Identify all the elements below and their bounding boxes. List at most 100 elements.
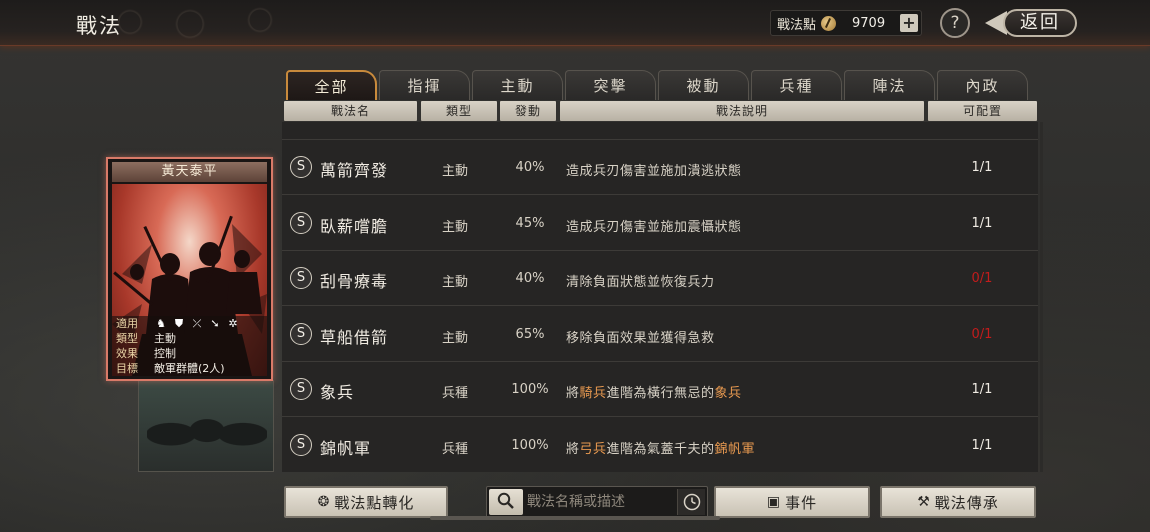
inherit-tactic-button[interactable]: ⚒ 戰法傳承 xyxy=(880,486,1036,518)
tactic-description: 清除負面狀態並恢復兵力 xyxy=(566,271,715,290)
inherit-tactic-label: 戰法傳承 xyxy=(934,493,999,512)
column-header-description: 戰法說明 xyxy=(560,101,924,121)
description-text: 將 xyxy=(566,441,580,457)
category-tabs: 全部 指揮 主動 突擊 被動 兵種 陣法 內政 xyxy=(286,70,1030,100)
tactic-type: 主動 xyxy=(442,164,469,179)
tactic-capacity: 1/1 xyxy=(971,382,993,397)
tactic-type: 兵種 xyxy=(442,441,469,457)
description-text: 進階為氣蓋千夫的 xyxy=(606,441,715,457)
highlighted-term: 騎兵 xyxy=(579,386,607,401)
card-info-panel: 適用 ♞ ⛊ ⤫ ➘ ✲ 類型 主動 效果 控制 目標 敵軍群體(2人) xyxy=(112,316,267,376)
description-text: 移除負面效果並獲得急救 xyxy=(566,330,715,346)
highlighted-term: 象兵 xyxy=(714,386,742,401)
home-indicator xyxy=(430,516,720,520)
bow-icon: ⤫ xyxy=(192,317,202,330)
add-points-button[interactable]: + xyxy=(900,14,918,32)
tactic-row[interactable]: S 刮骨療毒 主動 40% 清除負面狀態並恢復兵力 0/1 xyxy=(282,252,1038,306)
page-title: 戰法 xyxy=(76,14,122,38)
card-field-target: 目標 敵軍群體(2人) xyxy=(112,361,267,376)
tactic-description: 造成兵刃傷害並施加潰逃狀態 xyxy=(566,160,742,179)
tactic-row[interactable]: S 臥薪嚐膽 主動 45% 造成兵刃傷害並施加震懾狀態 1/1 xyxy=(282,197,1038,251)
selected-tactic-card[interactable]: 黃天泰平 適用 ♞ ⛊ ⤫ ➘ ✲ 類型 主動 效果 控制 目標 敵軍群體(2人… xyxy=(106,157,273,381)
tactic-name: 刮骨療毒 xyxy=(320,272,389,291)
tab-active[interactable]: 主動 xyxy=(472,70,563,100)
tactic-description: 造成兵刃傷害並施加震懾狀態 xyxy=(566,216,742,235)
tab-formation[interactable]: 陣法 xyxy=(844,70,935,100)
field-key: 目標 xyxy=(116,362,138,375)
field-key: 效果 xyxy=(116,347,138,360)
tactic-capacity: 0/1 xyxy=(971,326,993,342)
convert-points-button[interactable]: ❂ 戰法點轉化 xyxy=(284,486,448,518)
search-input[interactable] xyxy=(527,490,673,514)
field-value: 敵軍群體(2人) xyxy=(154,362,225,375)
points-label: 戰法點 xyxy=(777,17,817,33)
tactic-name: 萬箭齊發 xyxy=(320,161,389,180)
tactic-rate: 100% xyxy=(511,437,549,453)
tactic-description: 將弓兵進階為氣蓋千夫的錦帆軍 xyxy=(566,438,755,457)
highlighted-term: 弓兵 xyxy=(579,441,607,457)
tactic-rate: 65% xyxy=(515,326,545,342)
rank-badge: S xyxy=(290,211,312,234)
card-artwork: 適用 ♞ ⛊ ⤫ ➘ ✲ 類型 主動 效果 控制 目標 敵軍群體(2人) xyxy=(112,184,267,376)
tactic-rate: 40% xyxy=(515,271,545,286)
tactic-capacity: 1/1 xyxy=(971,215,993,231)
events-label: 事件 xyxy=(785,493,818,512)
tab-passive[interactable]: 被動 xyxy=(658,70,749,100)
tactic-row[interactable]: S 萬箭齊發 主動 40% 造成兵刃傷害並施加潰逃狀態 1/1 xyxy=(282,141,1038,195)
card-title: 黃天泰平 xyxy=(112,162,267,182)
tactic-type: 主動 xyxy=(442,275,469,290)
shield-icon: ⛊ xyxy=(174,317,184,330)
rank-badge: S xyxy=(290,156,312,178)
field-key: 適用 xyxy=(116,317,138,330)
tactic-description: 移除負面效果並獲得急救 xyxy=(566,327,715,346)
back-button[interactable]: 返回 xyxy=(985,7,1085,39)
clock-icon xyxy=(683,493,701,511)
top-bar: 戰法 戰法點 9709 + ? 返回 xyxy=(0,0,1150,46)
tab-internal[interactable]: 內政 xyxy=(937,70,1028,100)
tactic-rate: 40% xyxy=(515,160,545,175)
field-value: 主動 xyxy=(154,332,176,345)
card-back-preview xyxy=(138,380,274,472)
tactic-points-box: 戰法點 9709 + xyxy=(770,10,922,36)
column-header-rate[interactable]: 發動 xyxy=(500,101,556,121)
description-text: 將 xyxy=(566,386,580,401)
description-text: 清除負面狀態並恢復兵力 xyxy=(566,275,715,290)
back-label: 返回 xyxy=(1003,9,1077,37)
spear-icon: ➘ xyxy=(210,317,220,330)
column-header-name[interactable]: 戰法名 xyxy=(284,101,417,121)
tactic-point-coin-icon xyxy=(821,15,837,31)
search-button[interactable] xyxy=(489,489,523,515)
card-field-applies: 適用 ♞ ⛊ ⤫ ➘ ✲ xyxy=(112,316,267,331)
rank-badge: S xyxy=(290,378,312,400)
rank-badge: S xyxy=(290,322,312,345)
tab-command[interactable]: 指揮 xyxy=(379,70,470,100)
tactic-row[interactable]: S 象兵 兵種 100% 將騎兵進階為橫行無忌的象兵 1/1 xyxy=(282,363,1038,417)
tactic-type: 兵種 xyxy=(442,386,469,401)
tactic-name: 象兵 xyxy=(320,383,355,402)
tab-troop[interactable]: 兵種 xyxy=(751,70,842,100)
column-header-capacity[interactable]: 可配置 xyxy=(928,101,1037,121)
tab-all[interactable]: 全部 xyxy=(286,70,377,100)
soldiers-silhouette xyxy=(147,391,267,463)
wheel-icon: ✲ xyxy=(228,317,238,330)
column-header-type[interactable]: 類型 xyxy=(421,101,497,121)
list-scrollbar[interactable] xyxy=(1040,122,1043,472)
description-text: 造成兵刃傷害並施加潰逃狀態 xyxy=(566,164,742,179)
tactic-name: 草船借箭 xyxy=(320,327,389,347)
convert-points-label: 戰法點轉化 xyxy=(334,493,415,512)
tactics-list[interactable]: S 萬箭齊發 主動 40% 造成兵刃傷害並施加潰逃狀態 1/1 S 臥薪嚐膽 主動 45% 造成兵刃… xyxy=(282,122,1038,472)
help-button[interactable]: ? xyxy=(940,8,970,38)
events-button[interactable]: ▣ 事件 xyxy=(714,486,870,518)
tactic-type: 主動 xyxy=(442,330,469,346)
scroll-icon: ▣ xyxy=(766,494,782,510)
rank-badge: S xyxy=(290,267,312,289)
card-field-effect: 效果 控制 xyxy=(112,346,267,361)
tab-assault[interactable]: 突擊 xyxy=(565,70,656,100)
tactic-row[interactable]: S 草船借箭 主動 65% 移除負面效果並獲得急救 0/1 xyxy=(282,308,1038,362)
cavalry-icon: ♞ xyxy=(156,317,166,330)
tactic-row[interactable]: S 錦帆軍 兵種 100% 將弓兵進階為氣蓋千夫的錦帆軍 1/1 xyxy=(282,419,1038,472)
tactic-capacity: 1/1 xyxy=(971,437,993,453)
decorative-swirl xyxy=(100,2,360,42)
history-button[interactable] xyxy=(677,489,705,515)
tactic-name: 錦帆軍 xyxy=(320,438,372,458)
